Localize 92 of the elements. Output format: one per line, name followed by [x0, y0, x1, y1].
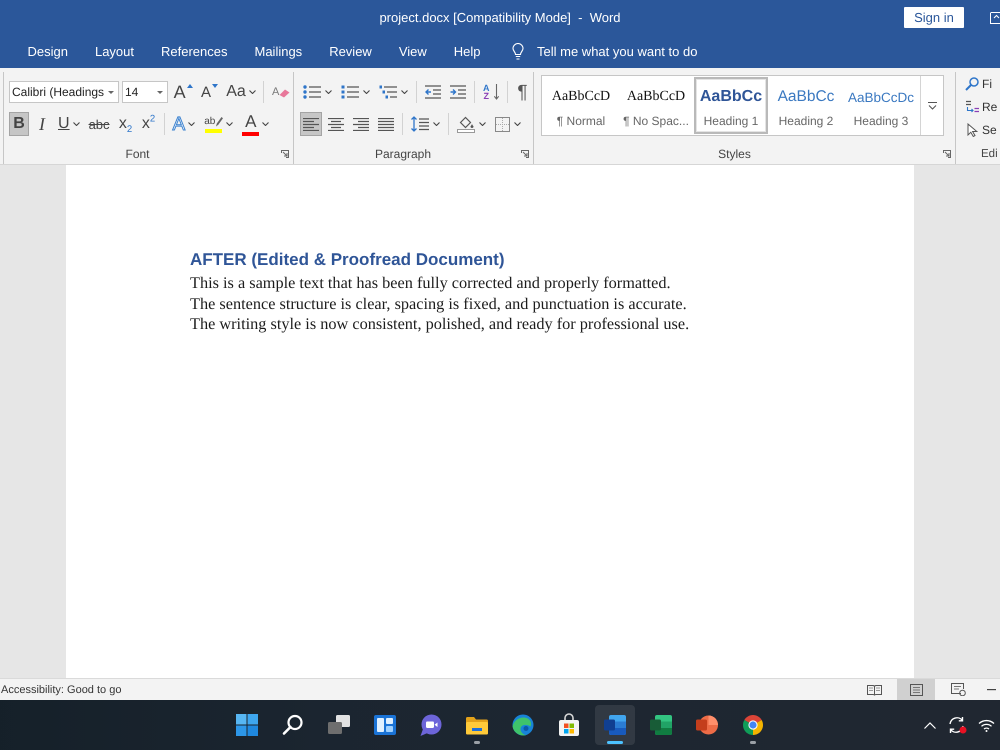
dropdown-arrow-icon	[157, 90, 163, 94]
group-label: Edi	[981, 148, 998, 160]
window-title: project.docx [Compatibility Mode] - Word	[379, 10, 621, 25]
ribbon-tab[interactable]: Design	[14, 35, 82, 68]
eraser-icon	[279, 88, 290, 98]
spreadsheet-app-icon	[649, 713, 673, 737]
search-icon	[965, 76, 979, 90]
decrease-indent-icon	[425, 85, 441, 99]
style-preview: AaBbCc	[778, 87, 834, 107]
ribbon-tab[interactable]: Review	[316, 35, 386, 68]
dialog-launcher-icon[interactable]	[281, 150, 289, 158]
align-center-icon	[328, 118, 344, 130]
ribbon-tab[interactable]: Help	[440, 35, 494, 68]
tell-me-field[interactable]: Tell me what you want to do	[537, 42, 710, 60]
ribbon-tab[interactable]: Layout	[81, 35, 148, 68]
body-paragraph: The writing style is now consistent, polished, and ready for professional use.	[190, 314, 690, 334]
align-left-button[interactable]	[300, 112, 322, 136]
style-item[interactable]: AaBbCc Heading 1	[694, 77, 768, 134]
chevron-up-icon[interactable]	[924, 722, 936, 728]
search-icon	[281, 713, 305, 737]
highlight-button[interactable]: ab	[201, 112, 236, 136]
ribbon-tab[interactable]: Mailings	[241, 35, 316, 68]
subscript-button[interactable]: x$_{2}$	[116, 112, 136, 136]
find-button[interactable]: Fi	[965, 72, 999, 95]
page-layout-icon	[910, 684, 922, 696]
wifi-icon[interactable]	[978, 718, 995, 732]
border-grid-icon	[495, 116, 510, 132]
sign-in-button[interactable]: Sign in	[904, 7, 964, 28]
start-icon	[235, 713, 259, 737]
presentation-app-icon	[695, 713, 719, 737]
font-color-button[interactable]: A	[239, 112, 272, 136]
strikethrough-button[interactable]: abc	[86, 112, 113, 136]
sync-icon[interactable]	[947, 716, 967, 734]
italic-button[interactable]: I	[32, 112, 52, 136]
taskbar-app-button[interactable]	[595, 705, 635, 745]
body-paragraph: This is a sample text that has been fully corrected and properly formatted.	[190, 273, 672, 294]
circle-browser-icon	[741, 713, 765, 737]
multilevel-list-icon	[379, 85, 397, 99]
font-size-field[interactable]: 14	[122, 81, 168, 103]
style-preview: AaBbCc	[700, 87, 762, 107]
ribbon-tab[interactable]: References	[148, 35, 241, 68]
underline-button[interactable]: U	[55, 112, 83, 136]
document-heading: AFTER (Edited & Proofread Document)	[190, 249, 506, 271]
pen-icon	[215, 116, 224, 126]
shrink-font-button[interactable]: A	[198, 80, 221, 104]
caret-down-icon	[212, 84, 218, 88]
align-right-icon	[353, 118, 369, 130]
increase-indent-icon	[450, 85, 466, 99]
justify-icon	[378, 118, 394, 130]
more-arrow-icon	[928, 102, 936, 110]
paint-bucket-icon	[457, 115, 475, 133]
select-button[interactable]: Se	[965, 118, 999, 141]
dialog-launcher-icon[interactable]	[943, 150, 951, 158]
down-arrow-icon	[494, 84, 498, 100]
style-preview: AaBbCcDc	[848, 88, 914, 106]
show-marks-button[interactable]: ¶	[512, 80, 532, 104]
web-page-icon	[950, 683, 966, 696]
style-preview: AaBbCcD	[552, 88, 610, 106]
view-mode-button[interactable]	[897, 679, 935, 700]
replace-icon	[965, 100, 979, 113]
style-preview: AaBbCcD	[626, 88, 686, 106]
body-paragraph: The sentence structure is clear, spacing is fixed, and punctuation is accurate.	[190, 294, 688, 314]
document-app-icon	[603, 713, 627, 737]
video-chat-icon	[419, 713, 443, 737]
group-label: Styles	[718, 147, 751, 161]
cursor-icon	[966, 122, 978, 136]
book-icon	[866, 684, 882, 696]
dropdown-arrow-icon	[108, 90, 114, 94]
task-view-icon	[327, 713, 351, 737]
clear-formatting-button[interactable]: A	[269, 80, 293, 104]
caret-up-icon	[186, 84, 193, 88]
superscript-button[interactable]: x$^{2}$	[138, 112, 159, 136]
align-left-icon	[303, 118, 319, 130]
accessibility-status[interactable]: Accessibility: Good to go	[0, 684, 122, 696]
widgets-icon	[373, 713, 397, 737]
grow-font-button[interactable]: A	[171, 80, 196, 104]
group-label: Font	[125, 147, 150, 161]
lightbulb-icon	[512, 43, 524, 60]
dialog-launcher-icon[interactable]	[521, 150, 529, 158]
ribbon-options-icon[interactable]	[990, 12, 1000, 24]
bullet-list-icon	[303, 85, 321, 99]
font-name-field[interactable]: Calibri (Headings	[9, 81, 119, 103]
numbered-list-icon	[341, 85, 359, 99]
bold-button[interactable]: B	[9, 112, 29, 136]
line-spacing-icon	[411, 116, 429, 132]
ribbon-tab[interactable]: View	[385, 35, 440, 68]
group-label: Paragraph	[374, 147, 432, 161]
swirl-browser-icon	[511, 713, 535, 737]
change-case-button[interactable]: Aa	[224, 80, 258, 104]
sort-button[interactable]: A Z	[480, 80, 502, 104]
replace-button[interactable]: Re	[965, 95, 999, 118]
store-bag-icon	[557, 713, 581, 737]
